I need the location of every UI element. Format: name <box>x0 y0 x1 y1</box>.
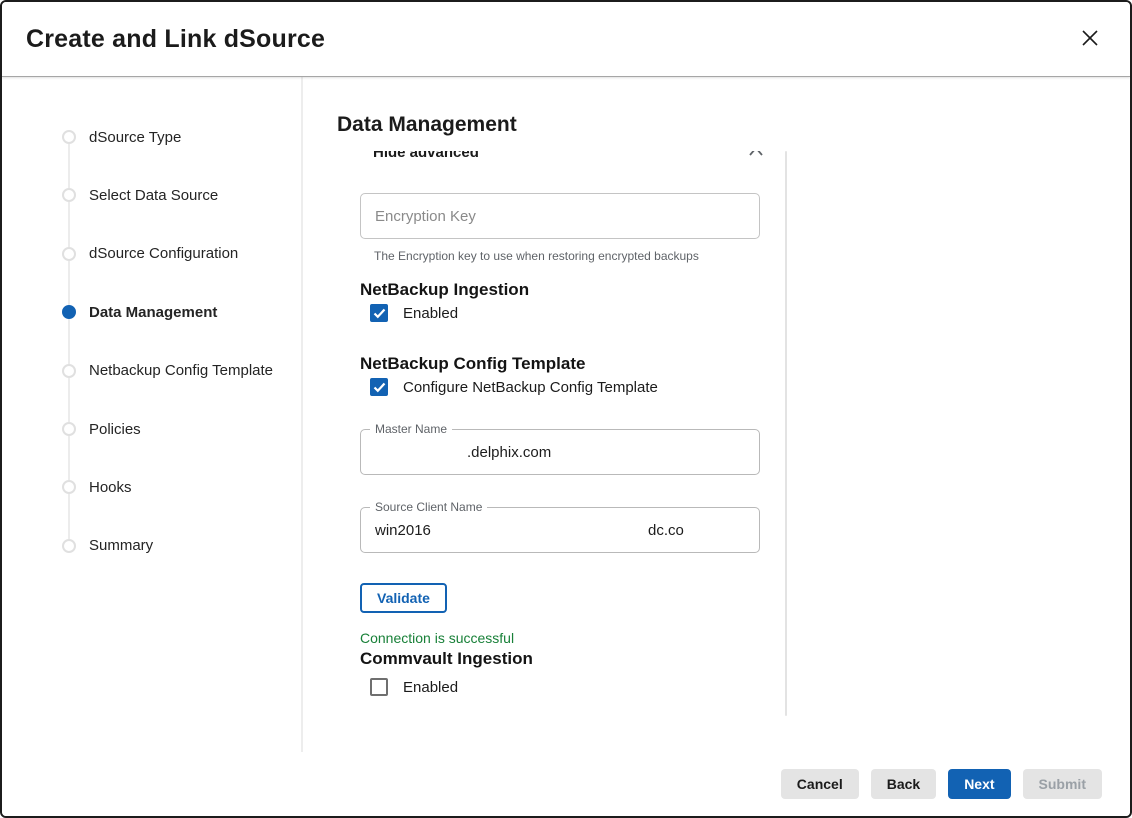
next-button[interactable]: Next <box>948 769 1010 799</box>
form-scroll-area[interactable]: Hide advanced The Encryption key to use … <box>360 151 787 716</box>
source-client-name-field[interactable]: Source Client Name win2016 dc.co <box>360 507 760 553</box>
encryption-key-helper-text: The Encryption key to use when restoring… <box>374 249 699 263</box>
configure-template-label: Configure NetBackup Config Template <box>403 379 658 396</box>
create-and-link-dsource-dialog: Create and Link dSource dSource Type Sele… <box>0 0 1132 818</box>
close-button[interactable] <box>1076 25 1104 53</box>
step-circle-icon <box>62 188 76 202</box>
step-circle-icon <box>62 480 76 494</box>
checkbox-icon[interactable] <box>370 678 388 696</box>
commvault-enabled-checkbox-row[interactable]: Enabled <box>370 678 458 696</box>
step-content: Data Management Hide advanced The Encryp… <box>303 77 1130 752</box>
step-circle-icon <box>62 539 76 553</box>
checkbox-icon[interactable] <box>370 304 388 322</box>
stepper-step-dsource-type[interactable]: dSource Type <box>2 127 301 147</box>
step-label: Data Management <box>89 304 217 321</box>
stepper-step-netbackup-config-template[interactable]: Netbackup Config Template <box>2 361 301 381</box>
step-label: Policies <box>89 421 141 438</box>
dialog-body: dSource Type Select Data Source dSource Co… <box>2 77 1130 752</box>
close-icon <box>1079 27 1101 52</box>
commvault-enabled-label: Enabled <box>403 679 458 696</box>
step-label: Select Data Source <box>89 187 218 204</box>
step-label: Netbackup Config Template <box>89 362 273 379</box>
step-label: dSource Type <box>89 129 181 146</box>
stepper-step-select-data-source[interactable]: Select Data Source <box>2 185 301 205</box>
step-circle-icon <box>62 364 76 378</box>
stepper-step-summary[interactable]: Summary <box>2 536 301 556</box>
validate-button[interactable]: Validate <box>360 583 447 613</box>
page-title: Data Management <box>337 113 517 137</box>
netbackup-enabled-label: Enabled <box>403 305 458 322</box>
step-circle-icon <box>62 305 76 319</box>
submit-button[interactable]: Submit <box>1023 769 1102 799</box>
netbackup-enabled-checkbox-row[interactable]: Enabled <box>370 304 458 322</box>
dialog-title: Create and Link dSource <box>26 25 325 54</box>
step-label: Summary <box>89 537 153 554</box>
source-client-name-value: win2016 <box>361 522 431 539</box>
cancel-button[interactable]: Cancel <box>781 769 859 799</box>
master-name-value: .delphix.com <box>361 444 551 461</box>
netbackup-config-template-heading: NetBackup Config Template <box>360 354 585 374</box>
master-name-label: Master Name <box>370 422 452 436</box>
hide-advanced-toggle[interactable]: Hide advanced <box>373 151 764 162</box>
dialog-header: Create and Link dSource <box>2 2 1130 77</box>
stepper-step-dsource-configuration[interactable]: dSource Configuration <box>2 244 301 264</box>
commvault-ingestion-heading: Commvault Ingestion <box>360 649 533 669</box>
stepper-step-data-management[interactable]: Data Management <box>2 302 301 322</box>
source-client-name-label: Source Client Name <box>370 500 487 514</box>
netbackup-ingestion-heading: NetBackup Ingestion <box>360 280 529 300</box>
step-label: Hooks <box>89 479 132 496</box>
step-circle-icon <box>62 247 76 261</box>
hide-advanced-label: Hide advanced <box>373 151 479 161</box>
step-circle-icon <box>62 422 76 436</box>
stepper-step-hooks[interactable]: Hooks <box>2 477 301 497</box>
source-client-domain-value: dc.co <box>648 522 684 539</box>
checkbox-icon[interactable] <box>370 378 388 396</box>
master-name-field[interactable]: Master Name .delphix.com <box>360 429 760 475</box>
back-button[interactable]: Back <box>871 769 936 799</box>
step-label: dSource Configuration <box>89 245 238 262</box>
chevron-up-icon <box>748 151 764 162</box>
wizard-stepper: dSource Type Select Data Source dSource Co… <box>2 77 303 752</box>
step-circle-icon <box>62 130 76 144</box>
vertical-scrollbar[interactable] <box>785 151 787 716</box>
stepper-step-policies[interactable]: Policies <box>2 419 301 439</box>
dialog-footer: Cancel Back Next Submit <box>2 752 1130 816</box>
connection-status-message: Connection is successful <box>360 630 514 646</box>
configure-template-checkbox-row[interactable]: Configure NetBackup Config Template <box>370 378 658 396</box>
encryption-key-input[interactable] <box>360 193 760 239</box>
